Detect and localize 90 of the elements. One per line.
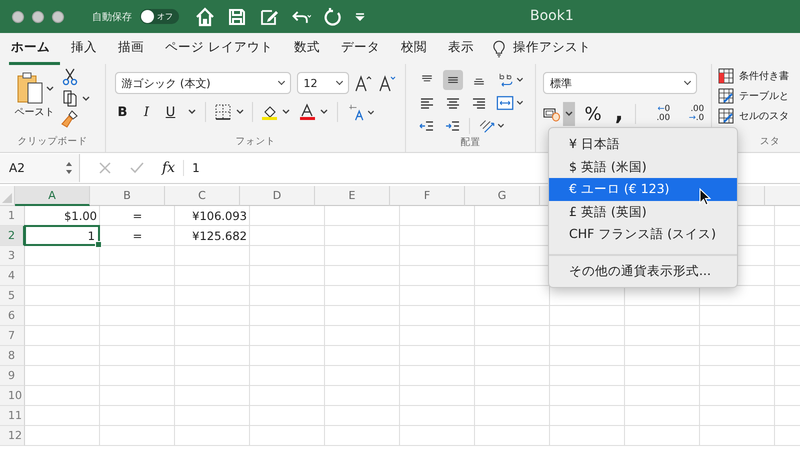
autosave-toggle[interactable]: オフ — [140, 9, 179, 24]
ribbon-tab[interactable]: 校閲 — [398, 32, 437, 64]
close-button[interactable] — [12, 10, 24, 22]
ribbon-tab[interactable]: データ — [338, 32, 390, 64]
currency-dropdown-button[interactable] — [563, 102, 575, 126]
zoom-button[interactable] — [52, 10, 64, 22]
lightbulb-icon — [492, 40, 505, 58]
table-style-icon[interactable] — [718, 108, 734, 124]
brush-icon[interactable] — [60, 110, 78, 128]
cell-text: ¥125.682 — [192, 229, 247, 243]
minimize-button[interactable] — [32, 10, 44, 22]
group-label: クリップボード — [18, 135, 88, 149]
column-header[interactable]: C — [165, 186, 240, 206]
corner-triangle-icon — [2, 193, 12, 203]
conditional-format-icon[interactable] — [718, 68, 734, 84]
row-header[interactable]: 7 — [0, 326, 25, 346]
decrease-decimal-button[interactable]: ←0 .00 — [644, 105, 670, 123]
selected-cell[interactable]: 1 — [24, 225, 100, 246]
ribbon-tab[interactable]: ページ レイアウト — [163, 32, 283, 64]
number-format-dropdown[interactable]: 標準 — [543, 72, 697, 94]
row-header[interactable]: 5 — [0, 286, 25, 306]
font-size-dropdown[interactable]: 12 — [296, 72, 348, 94]
row-header[interactable]: 1 — [0, 206, 25, 226]
styles-button[interactable]: 条件付き書 — [739, 69, 789, 83]
grow-font-icon[interactable] — [354, 74, 372, 92]
row-header[interactable]: 9 — [0, 366, 25, 386]
window-title: Book1 — [530, 8, 574, 24]
row-header[interactable]: 10 — [0, 386, 25, 406]
row-header[interactable]: 11 — [0, 406, 25, 426]
column-header[interactable]: A — [15, 186, 90, 206]
menu-item[interactable]: € ユーロ (€ 123) — [549, 178, 737, 200]
menu-item[interactable]: $ 英語 (米国) — [549, 156, 737, 178]
mouse-pointer-icon — [699, 188, 711, 206]
autosave-label: 自動保存 — [92, 10, 132, 24]
column-header[interactable]: E — [315, 186, 390, 206]
styles-button[interactable]: テーブルと — [739, 89, 789, 103]
row-header[interactable]: 8 — [0, 346, 25, 366]
vertical-align-button[interactable] — [442, 70, 462, 90]
group-label: 配置 — [460, 136, 480, 150]
fill-handle[interactable] — [95, 241, 102, 248]
home-icon[interactable] — [195, 6, 215, 26]
save-icon[interactable] — [227, 6, 247, 26]
column-header[interactable]: D — [240, 186, 315, 206]
increase-decimal-button[interactable]: .00 →.0 — [678, 105, 704, 123]
group-label: フォント — [236, 135, 276, 149]
font-color-icon[interactable] — [298, 103, 328, 121]
column-header[interactable]: F — [390, 186, 465, 206]
column-header[interactable]: B — [90, 186, 165, 206]
paste-label[interactable]: ペースト — [14, 105, 54, 119]
borders-icon[interactable] — [214, 103, 244, 121]
tell-me-button[interactable]: 操作アシスト — [510, 32, 601, 64]
bold-button[interactable]: B — [114, 104, 130, 120]
percent-button[interactable]: % — [583, 104, 603, 124]
scissors-icon[interactable] — [60, 68, 78, 86]
row-header[interactable]: 3 — [0, 246, 25, 266]
ribbon-tab[interactable]: 表示 — [446, 32, 484, 64]
row-header[interactable]: 12 — [0, 426, 25, 446]
column-header[interactable]: G — [465, 186, 540, 206]
row-header[interactable]: 2 — [0, 226, 25, 246]
spinner-icon[interactable] — [65, 161, 73, 175]
menu-item[interactable]: £ 英語 (英国) — [549, 200, 737, 223]
customize-icon[interactable] — [355, 12, 365, 22]
cell-text: 1 — [88, 228, 95, 242]
styles-button[interactable]: セルのスタ — [739, 109, 789, 123]
ribbon-tab[interactable]: 数式 — [292, 32, 330, 64]
menu-item[interactable]: CHF フランス語 (スイス) — [549, 223, 737, 246]
group-label: スタ — [759, 135, 781, 149]
name-box[interactable]: A2 — [0, 154, 80, 182]
merge-center-icon[interactable] — [494, 94, 524, 112]
row-header[interactable]: 4 — [0, 266, 25, 286]
shrink-font-icon[interactable] — [378, 74, 396, 92]
cell-text: = — [132, 209, 142, 223]
formula-field[interactable]: 1 — [192, 161, 312, 175]
copy-icon[interactable] — [60, 89, 90, 107]
font-name-dropdown[interactable]: 游ゴシック (本文) — [114, 72, 290, 94]
cell-text: ¥106.093 — [192, 209, 247, 223]
menu-item[interactable]: その他の通貨表示形式... — [549, 260, 737, 282]
comma-button[interactable]: , — [611, 103, 627, 125]
redo-icon[interactable] — [323, 6, 343, 26]
cell-text: $1.00 — [64, 209, 97, 223]
underline-button[interactable]: U — [162, 104, 178, 120]
insert-function-button[interactable]: fx — [162, 160, 184, 176]
row-header[interactable]: 6 — [0, 306, 25, 326]
table-style-icon[interactable] — [718, 88, 734, 104]
ribbon-tab[interactable]: 描画 — [116, 32, 154, 64]
paste-icon[interactable] — [14, 71, 54, 105]
ribbon-tab[interactable]: 挿入 — [69, 32, 107, 64]
italic-button[interactable]: I — [138, 104, 154, 120]
cell-text: = — [132, 229, 142, 243]
menu-item[interactable]: ¥ 日本語 — [549, 133, 737, 156]
